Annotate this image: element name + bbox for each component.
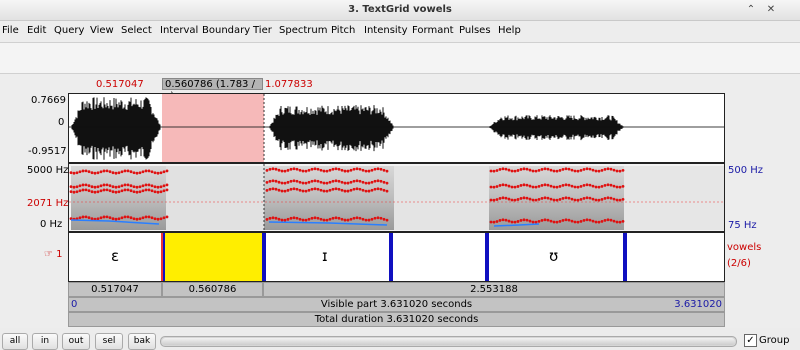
horizontal-scrollbar[interactable]	[160, 336, 737, 347]
menu-pitch[interactable]: Pitch	[331, 25, 355, 36]
tier-graphic	[161, 233, 627, 281]
close-icon[interactable]: ✕	[765, 4, 777, 16]
waveform-zero: 0	[58, 117, 65, 128]
title-bar: 3. TextGrid vowels ⌃ ✕	[0, 0, 800, 21]
tier-count: (2/6)	[727, 258, 751, 269]
toolbar-area	[0, 42, 800, 74]
interval-label-e[interactable]: ɛ	[111, 247, 119, 265]
tier-panel[interactable]: ɛ ɪ ʊ	[68, 232, 725, 282]
visible-end: 3.631020	[674, 299, 722, 310]
menu-bar: File Edit Query View Select Interval Bou…	[0, 22, 800, 40]
freq-top-label: 5000 Hz	[27, 165, 69, 176]
interval-label-i[interactable]: ɪ	[322, 247, 328, 265]
spectrogram-panel[interactable]	[68, 163, 725, 232]
menu-interval[interactable]: Interval	[160, 25, 198, 36]
waveform-min: -0.9517	[28, 146, 67, 157]
menu-spectrum[interactable]: Spectrum	[279, 25, 327, 36]
scrollbar-thumb[interactable]	[162, 338, 735, 345]
group-label[interactable]: Group	[759, 335, 789, 346]
zoom-in-button[interactable]: in	[32, 333, 58, 350]
waveform-graphic	[69, 94, 724, 162]
zoom-all-button[interactable]: all	[2, 333, 28, 350]
pitch-top-label: 500 Hz	[728, 165, 764, 176]
menu-edit[interactable]: Edit	[27, 25, 46, 36]
menu-tier[interactable]: Tier	[253, 25, 272, 36]
menu-boundary[interactable]: Boundary	[202, 25, 250, 36]
selection-readout: 0.560786 (1.783 / s)	[162, 78, 263, 102]
selection-end: 1.077833	[265, 79, 313, 90]
group-checkbox[interactable]: ✓	[744, 334, 757, 347]
waveform-max: 0.7669	[31, 95, 66, 106]
menu-file[interactable]: File	[2, 25, 19, 36]
waveform-panel[interactable]	[68, 93, 725, 163]
duration-selected[interactable]: 0.560786	[162, 282, 263, 297]
selection-start: 0.517047	[96, 79, 144, 90]
menu-select[interactable]: Select	[121, 25, 152, 36]
zoom-sel-button[interactable]: sel	[95, 333, 123, 350]
tier-name[interactable]: vowels	[727, 242, 761, 253]
selection-highlight	[162, 94, 264, 162]
window-title: 3. TextGrid vowels	[348, 4, 452, 15]
menu-intensity[interactable]: Intensity	[364, 25, 408, 36]
zoom-back-button[interactable]: bak	[128, 333, 156, 350]
visible-part-label: Visible part 3.631020 seconds	[320, 299, 473, 310]
pitch-bottom-label: 75 Hz	[728, 220, 757, 231]
visible-part-bar[interactable]: 0 Visible part 3.631020 seconds 3.631020	[68, 297, 725, 312]
spectrogram-graphic	[69, 164, 724, 231]
menu-query[interactable]: Query	[54, 25, 84, 36]
menu-help[interactable]: Help	[498, 25, 521, 36]
zoom-out-button[interactable]: out	[62, 333, 90, 350]
freq-mid-label: 2071 Hz	[27, 198, 69, 209]
freq-bottom-label: 0 Hz	[40, 219, 63, 230]
duration-right[interactable]: 2.553188	[263, 282, 725, 297]
visible-start: 0	[71, 299, 78, 310]
tier-marker: ☞ 1	[44, 249, 63, 260]
menu-view[interactable]: View	[90, 25, 114, 36]
interval-label-u[interactable]: ʊ	[549, 247, 558, 265]
menu-formant[interactable]: Formant	[412, 25, 454, 36]
menu-pulses[interactable]: Pulses	[459, 25, 491, 36]
total-duration-bar[interactable]: Total duration 3.631020 seconds	[68, 312, 725, 327]
selected-interval	[164, 233, 264, 281]
minimize-icon[interactable]: ⌃	[745, 4, 757, 16]
duration-left[interactable]: 0.517047	[68, 282, 162, 297]
